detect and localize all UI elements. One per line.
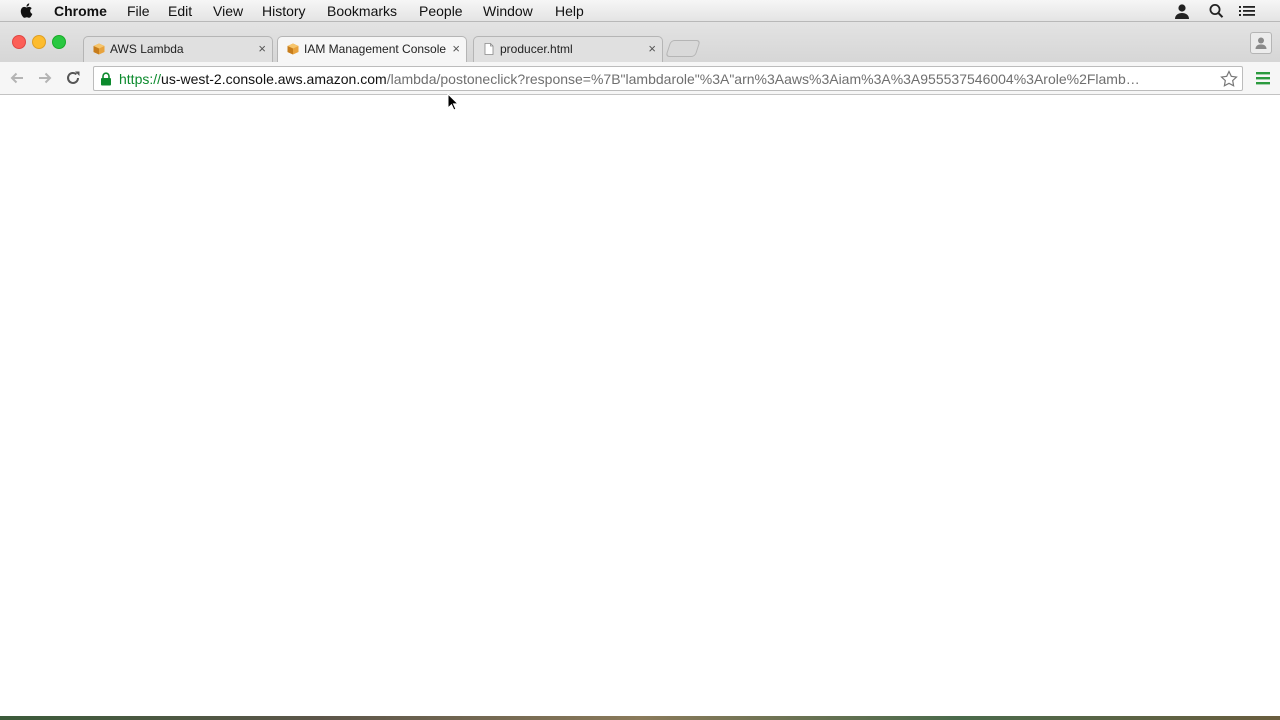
close-icon[interactable]: × — [648, 41, 656, 56]
menu-help[interactable]: Help — [555, 3, 584, 19]
new-tab-button[interactable] — [665, 40, 701, 57]
back-arrow-icon[interactable] — [8, 69, 26, 87]
tab-strip: AWS Lambda × IAM Management Console × pr… — [0, 22, 1280, 62]
list-icon[interactable] — [1238, 3, 1256, 19]
aws-cube-icon — [287, 43, 299, 55]
forward-arrow-icon[interactable] — [36, 69, 54, 87]
lock-icon[interactable] — [100, 72, 112, 86]
browser-toolbar: https://us-west-2.console.aws.amazon.com… — [0, 62, 1280, 95]
url-path: /lambda/postoneclick?response=%7B"lambda… — [386, 71, 1140, 87]
person-icon — [1255, 37, 1267, 49]
menu-people[interactable]: People — [419, 3, 463, 19]
tab-title: producer.html — [500, 42, 573, 56]
aws-cube-icon — [93, 43, 105, 55]
chrome-menu-icon[interactable] — [1256, 70, 1270, 86]
menu-app-chrome[interactable]: Chrome — [54, 3, 107, 19]
macos-menu-bar: Chrome File Edit View History Bookmarks … — [0, 0, 1280, 22]
menu-window[interactable]: Window — [483, 3, 533, 19]
chrome-window: AWS Lambda × IAM Management Console × pr… — [0, 22, 1280, 716]
desktop-background — [0, 716, 1280, 720]
close-icon[interactable]: × — [258, 41, 266, 56]
window-close-button[interactable] — [12, 35, 26, 49]
menu-edit[interactable]: Edit — [168, 3, 192, 19]
tab-title: IAM Management Console — [304, 42, 447, 56]
url-host: us-west-2.console.aws.amazon.com — [161, 71, 387, 87]
apple-icon[interactable] — [19, 2, 35, 19]
document-icon — [484, 43, 494, 55]
menu-history[interactable]: History — [262, 3, 306, 19]
menu-bookmarks[interactable]: Bookmarks — [327, 3, 397, 19]
menu-view[interactable]: View — [213, 3, 243, 19]
tab-aws-lambda[interactable]: AWS Lambda × — [83, 36, 273, 62]
page-content — [0, 95, 1280, 716]
url-text: https://us-west-2.console.aws.amazon.com… — [119, 71, 1140, 87]
profile-button[interactable] — [1250, 32, 1272, 54]
mouse-cursor-icon — [447, 93, 459, 111]
bookmark-star-icon[interactable] — [1219, 69, 1239, 89]
window-maximize-button[interactable] — [52, 35, 66, 49]
address-bar[interactable]: https://us-west-2.console.aws.amazon.com… — [93, 66, 1243, 91]
search-icon[interactable] — [1208, 3, 1226, 19]
tab-iam-management-console[interactable]: IAM Management Console × — [277, 36, 467, 62]
reload-icon[interactable] — [64, 69, 82, 87]
tab-producer-html[interactable]: producer.html × — [473, 36, 663, 62]
window-minimize-button[interactable] — [32, 35, 46, 49]
url-scheme: https:// — [119, 71, 162, 87]
menu-file[interactable]: File — [127, 3, 150, 19]
close-icon[interactable]: × — [452, 41, 460, 56]
tab-title: AWS Lambda — [110, 42, 184, 56]
user-icon[interactable] — [1173, 3, 1191, 19]
